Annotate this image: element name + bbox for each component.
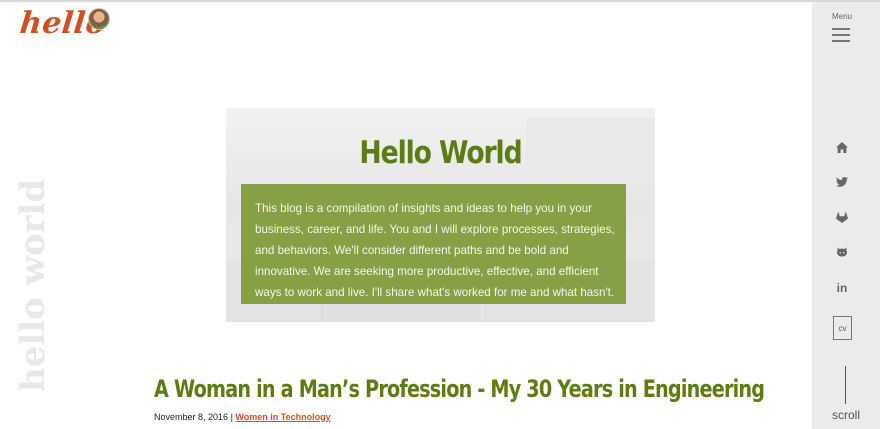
gitlab-icon[interactable] xyxy=(832,209,852,225)
post-meta: November 8, 2016 | Women in Technology xyxy=(154,412,331,422)
post-date: November 8, 2016 xyxy=(154,412,229,422)
post-category-link[interactable]: Women in Technology xyxy=(235,412,330,422)
hero-banner: Hello World This blog is a compilation o… xyxy=(226,108,655,322)
top-border xyxy=(0,0,880,2)
menu-hamburger-icon[interactable] xyxy=(832,28,850,42)
hero-title: Hello World xyxy=(359,135,522,171)
right-sidebar: Menu in cv scroll xyxy=(812,2,880,429)
meta-separator: | xyxy=(230,412,233,422)
hello-world-watermark: hello world xyxy=(13,178,53,392)
twitter-icon[interactable] xyxy=(832,174,852,190)
menu-label: Menu xyxy=(831,12,852,21)
github-icon[interactable] xyxy=(832,244,852,260)
scroll-label[interactable]: scroll xyxy=(812,408,880,422)
hero-intro-box: This blog is a compilation of insights a… xyxy=(241,184,626,304)
scroll-indicator-line xyxy=(845,366,846,404)
linkedin-icon[interactable]: in xyxy=(832,280,852,296)
post-title-link[interactable]: A Woman in a Man’s Profession - My 30 Ye… xyxy=(154,375,765,403)
cv-button[interactable]: cv xyxy=(833,316,852,340)
home-icon[interactable] xyxy=(832,139,852,155)
avatar[interactable] xyxy=(88,8,110,30)
hero-intro-text: This blog is a compilation of insights a… xyxy=(255,202,615,299)
